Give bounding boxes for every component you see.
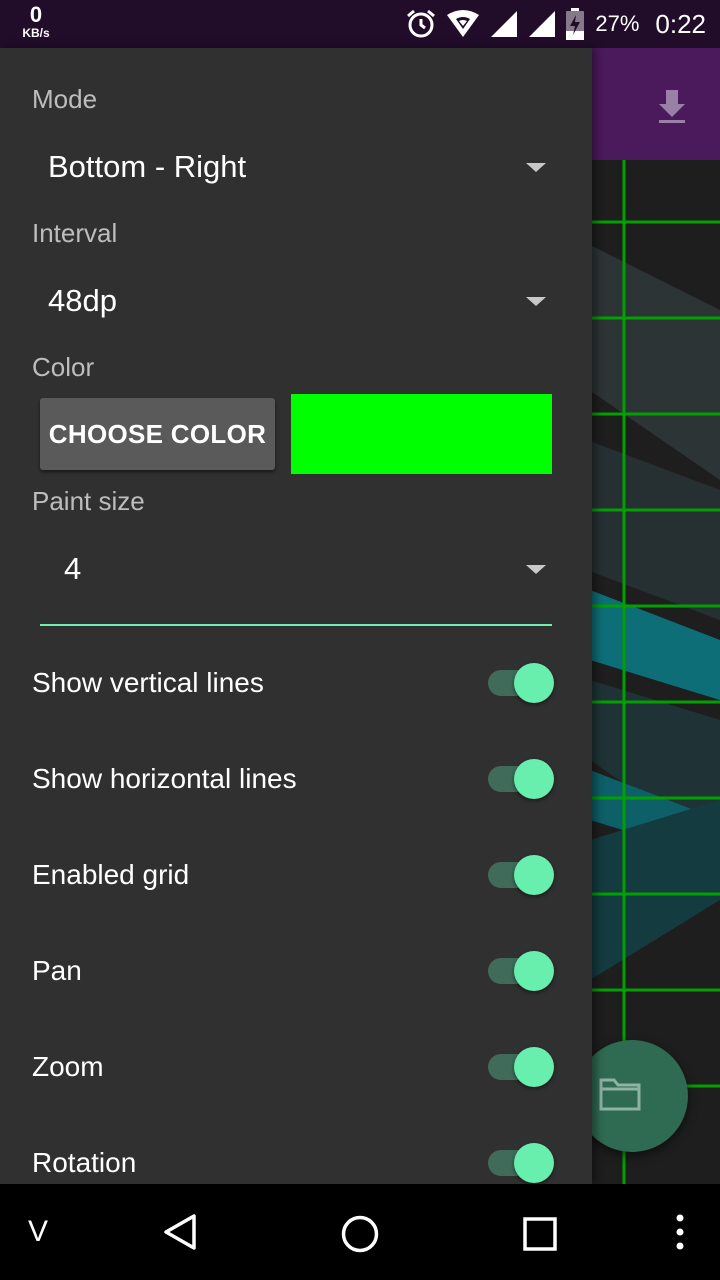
alarm-icon (405, 8, 437, 40)
color-label: Color (32, 352, 95, 382)
toggle-show-horizontal-lines[interactable]: Show horizontal lines (0, 731, 592, 827)
paint-size-underline (40, 624, 552, 626)
toggle-pan[interactable]: Pan (0, 923, 592, 1019)
signal-icon (527, 9, 557, 39)
toggle-enabled-grid[interactable]: Enabled grid (0, 827, 592, 923)
show-horizontal-lines-switch[interactable] (488, 759, 554, 799)
signal-icon (489, 9, 519, 39)
toggle-label: Rotation (32, 1147, 137, 1178)
recents-icon[interactable] (522, 1216, 558, 1252)
system-nav-bar: V (0, 1184, 720, 1280)
net-speed-value: 0 (29, 2, 43, 27)
back-icon[interactable] (160, 1212, 200, 1252)
paint-size-label: Paint size (32, 486, 145, 516)
toggle-label: Zoom (32, 1051, 104, 1082)
clock-time: 0:22 (655, 8, 706, 39)
dropdown-arrow-icon (526, 565, 546, 574)
dropdown-arrow-icon (526, 297, 546, 306)
interval-value: 48dp (48, 283, 117, 318)
battery-charging-icon (565, 8, 585, 40)
toggle-show-vertical-lines[interactable]: Show vertical lines (0, 635, 592, 731)
wifi-icon (445, 9, 481, 39)
paint-size-value: 4 (64, 551, 82, 586)
battery-percent: 27% (595, 11, 640, 36)
toggle-label: Enabled grid (32, 859, 190, 890)
v-button[interactable]: V (28, 1184, 48, 1280)
more-vert-icon[interactable] (670, 1212, 690, 1252)
pan-switch[interactable] (488, 951, 554, 991)
mode-spinner[interactable]: Bottom - Right (32, 132, 562, 202)
folder-icon (598, 1076, 642, 1117)
mode-label: Mode (32, 84, 98, 114)
home-icon[interactable] (340, 1214, 380, 1254)
status-bar: 0 KB/s 27% 0:22 (0, 0, 720, 48)
network-speed: 0 KB/s (18, 2, 54, 40)
interval-spinner[interactable]: 48dp (32, 266, 562, 336)
mode-value: Bottom - Right (48, 149, 247, 184)
toggle-zoom[interactable]: Zoom (0, 1019, 592, 1115)
settings-drawer: Mode Bottom - Right Interval 48dp Color … (0, 48, 592, 1184)
show-vertical-lines-switch[interactable] (488, 663, 554, 703)
color-swatch[interactable] (291, 394, 552, 474)
rotation-switch[interactable] (488, 1143, 554, 1183)
paint-size-spinner[interactable]: 4 (48, 534, 562, 604)
zoom-switch[interactable] (488, 1047, 554, 1087)
toggle-label: Show horizontal lines (32, 763, 297, 794)
enabled-grid-switch[interactable] (488, 855, 554, 895)
toggle-label: Pan (32, 955, 82, 986)
net-speed-unit: KB/s (22, 26, 50, 40)
choose-color-button[interactable]: CHOOSE COLOR (40, 398, 275, 470)
interval-label: Interval (32, 218, 118, 248)
download-icon[interactable] (650, 84, 694, 128)
toggle-label: Show vertical lines (32, 667, 264, 698)
open-folder-button[interactable] (576, 1040, 688, 1152)
dropdown-arrow-icon (526, 163, 546, 172)
toggle-rotation[interactable]: Rotation (0, 1115, 592, 1184)
